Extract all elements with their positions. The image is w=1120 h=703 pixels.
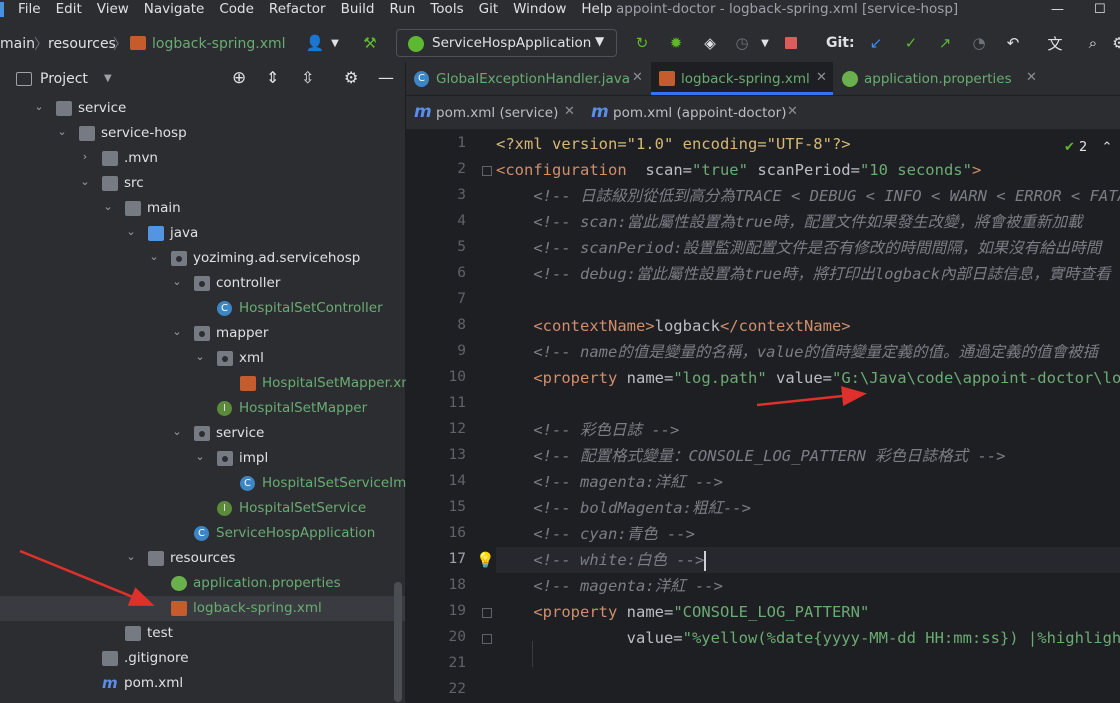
annotation-arrow-editor bbox=[756, 386, 867, 407]
annotation-arrow-tree bbox=[19, 549, 155, 606]
annotation-arrows bbox=[19, 386, 867, 606]
